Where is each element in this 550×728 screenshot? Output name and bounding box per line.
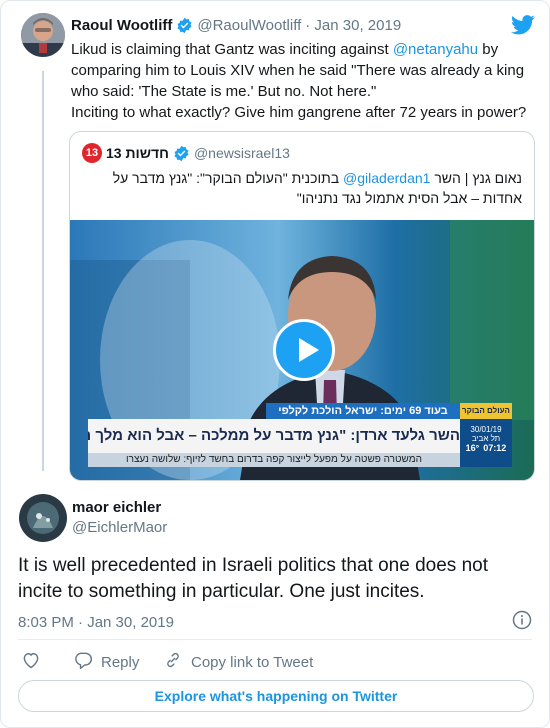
- reply-author-handle[interactable]: @EichlerMaor: [72, 518, 167, 538]
- tweet-card: Raoul Wootliff @RaoulWootliff · Jan 30, …: [0, 0, 550, 728]
- reply-text: It is well precedented in Israeli politi…: [18, 555, 488, 602]
- verified-badge-icon: [176, 17, 193, 34]
- ticker-top: בעוד 69 ימים: ישראל הולכת לקלפי: [266, 403, 460, 419]
- avatar-raoul[interactable]: [21, 13, 65, 57]
- tweet-text-line2: Inciting to what exactly? Give him gangr…: [71, 104, 527, 121]
- explore-button[interactable]: Explore what's happening on Twitter: [18, 680, 534, 712]
- weather-date: 30/01/19: [470, 425, 502, 434]
- reply-author-name[interactable]: maor eichler: [72, 498, 167, 518]
- tweet-text: Likud is claiming that Gantz was incitin…: [71, 41, 525, 100]
- like-button[interactable]: [21, 650, 41, 674]
- heart-icon: [21, 650, 41, 674]
- video-thumbnail[interactable]: בעוד 69 ימים: ישראל הולכת לקלפי השר גלעד…: [70, 220, 534, 480]
- reply-timestamp[interactable]: 8:03 PM · Jan 30, 2019: [18, 614, 174, 631]
- news13-logo-icon: 13: [82, 143, 102, 163]
- thread-line: [42, 71, 44, 471]
- reply-button[interactable]: Reply: [73, 650, 139, 674]
- play-button-icon[interactable]: [273, 319, 335, 381]
- weather-temp: 16°: [465, 443, 480, 453]
- ticker-bottom: המשטרה פשטה על מפעל לייצור קפה בדרום בחש…: [88, 453, 460, 467]
- divider: [18, 639, 532, 640]
- avatar-maor[interactable]: [19, 494, 67, 542]
- twitter-bird-icon[interactable]: [511, 14, 535, 41]
- weather-city: תל אביב: [471, 434, 501, 443]
- quoted-author-handle[interactable]: @newsisrael13: [194, 145, 290, 161]
- quoted-tweet[interactable]: 13 חדשות 13 @newsisrael13 נאום גנץ | השר…: [69, 131, 535, 481]
- info-icon[interactable]: [512, 610, 532, 635]
- quoted-author-name[interactable]: חדשות 13: [106, 145, 169, 161]
- weather-box: העולם הבוקר 30/01/19 תל אביב 16° 07:12: [460, 403, 512, 467]
- video-headline: השר גלעד ארדן: "גנץ מדבר על ממלכה – אבל …: [88, 419, 460, 453]
- weather-time: 07:12: [483, 443, 507, 453]
- reply-label: Reply: [101, 653, 140, 671]
- quoted-mention-link[interactable]: @giladerdan1: [343, 170, 430, 186]
- quoted-text-line1: נאום גנץ | השר @giladerdan1 בתוכנית "העו…: [112, 170, 522, 186]
- tweet-date[interactable]: · Jan 30, 2019: [305, 17, 401, 34]
- author-name[interactable]: Raoul Wootliff: [71, 17, 172, 34]
- mention-link[interactable]: @netanyahu: [393, 41, 478, 58]
- author-handle[interactable]: @RaoulWootliff: [197, 17, 301, 34]
- verified-badge-icon: [173, 145, 190, 162]
- show-logo: העולם הבוקר: [460, 403, 512, 419]
- quoted-text-line2: אחדות – אבל הסית אתמול נגד נתניהו": [296, 190, 522, 206]
- copy-link-button[interactable]: Copy link to Tweet: [163, 650, 313, 674]
- reply-icon: [73, 650, 93, 674]
- copy-link-label: Copy link to Tweet: [191, 653, 314, 671]
- link-icon: [163, 650, 183, 674]
